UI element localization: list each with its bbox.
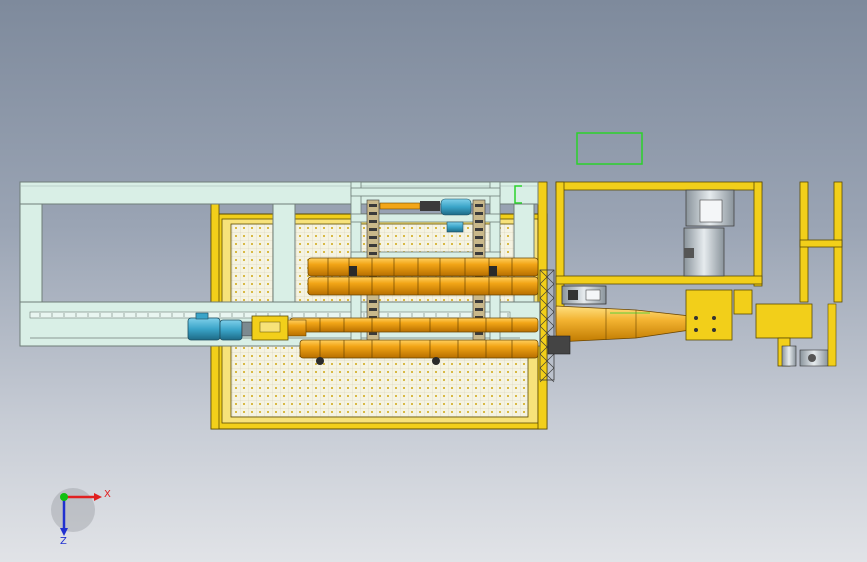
- cad-viewport[interactable]: X Z: [0, 0, 867, 562]
- x-axis-label: X: [104, 489, 111, 500]
- origin-marker: [60, 493, 68, 501]
- top-motor[interactable]: [440, 198, 472, 216]
- roller-lower[interactable]: [289, 317, 539, 365]
- assembly-drawing[interactable]: X Z: [0, 0, 867, 562]
- orientation-triad[interactable]: X Z: [51, 488, 111, 547]
- outer-right-frame[interactable]: [799, 181, 843, 303]
- selection-box[interactable]: [576, 132, 643, 165]
- end-actuator[interactable]: [755, 303, 837, 367]
- clamp-motor[interactable]: [561, 285, 607, 305]
- z-axis-label: Z: [60, 536, 67, 547]
